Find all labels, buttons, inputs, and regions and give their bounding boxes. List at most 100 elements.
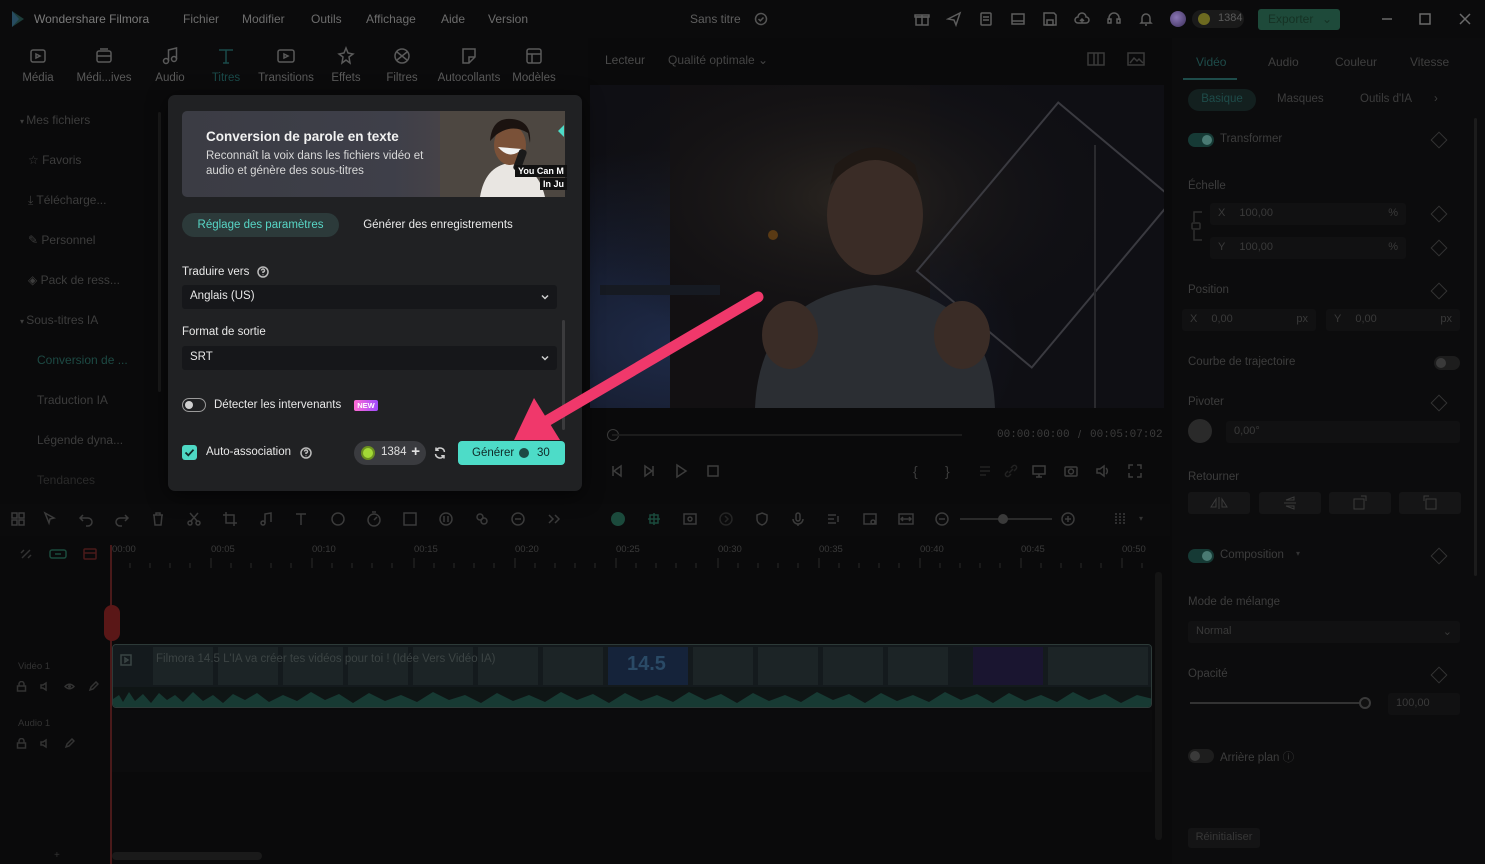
text-icon[interactable] xyxy=(294,511,310,527)
audio-note-icon[interactable] xyxy=(258,511,274,527)
scale-y-input[interactable]: Y 100,00% xyxy=(1210,237,1406,259)
document-icon[interactable] xyxy=(978,11,994,27)
tab-generate-records[interactable]: Générer des enregistrements xyxy=(350,213,526,237)
sidebar-item-resource-pack[interactable]: ◈ Pack de ress... xyxy=(28,273,120,287)
stop-icon[interactable] xyxy=(705,463,721,479)
rotate-right-button[interactable] xyxy=(1399,492,1461,514)
cloud-upload-icon[interactable] xyxy=(1074,11,1090,27)
chevron-right-icon[interactable]: › xyxy=(1434,93,1438,105)
speaker-icon[interactable] xyxy=(40,681,51,692)
trajectory-toggle[interactable] xyxy=(1434,356,1460,370)
send-icon[interactable] xyxy=(946,11,962,27)
speed-icon[interactable] xyxy=(366,511,382,527)
previous-frame-icon[interactable] xyxy=(609,463,625,479)
user-avatar[interactable] xyxy=(1170,11,1186,27)
translate-language-select[interactable]: Anglais (US) xyxy=(182,285,557,309)
help-icon[interactable] xyxy=(257,266,269,278)
close-icon[interactable] xyxy=(1456,10,1474,28)
gift-icon[interactable] xyxy=(914,11,930,27)
link-icon[interactable] xyxy=(1003,463,1019,479)
redo-icon[interactable] xyxy=(114,511,130,527)
cut-icon[interactable] xyxy=(186,511,202,527)
camera-icon[interactable] xyxy=(1063,463,1079,479)
fullscreen-icon[interactable] xyxy=(1127,463,1143,479)
tab-filters[interactable]: Filtres xyxy=(367,46,437,84)
color-icon[interactable] xyxy=(330,511,346,527)
link-tracks-icon[interactable] xyxy=(48,546,68,562)
crop-icon[interactable] xyxy=(222,511,238,527)
ai-mode-icon[interactable] xyxy=(610,511,626,527)
subtab-masks[interactable]: Masques xyxy=(1277,93,1324,105)
add-track-icon[interactable] xyxy=(18,546,34,562)
save-icon[interactable] xyxy=(1042,11,1058,27)
tab-stock-media[interactable]: Médi...ives xyxy=(69,46,139,84)
ai-effect-icon[interactable] xyxy=(510,511,526,527)
composition-toggle[interactable] xyxy=(1188,549,1214,563)
voiceover-icon[interactable] xyxy=(826,511,842,527)
position-x-input[interactable]: X 0,00 px xyxy=(1182,309,1316,331)
video-preview[interactable] xyxy=(590,85,1164,408)
fit-icon[interactable] xyxy=(898,511,914,527)
sidebar-item-personal[interactable]: ✎ Personnel xyxy=(28,233,95,247)
layout-icon[interactable] xyxy=(1010,11,1026,27)
rotate-input[interactable]: 0,00° xyxy=(1226,421,1460,443)
track-options-icon[interactable] xyxy=(1112,511,1128,527)
flip-vertical-button[interactable] xyxy=(1259,492,1321,514)
zoom-slider-knob[interactable] xyxy=(998,514,1008,524)
menu-outils[interactable]: Outils xyxy=(311,12,342,26)
edit-track-icon[interactable] xyxy=(88,681,99,692)
help-icon[interactable] xyxy=(300,447,312,459)
background-toggle[interactable] xyxy=(1188,749,1214,763)
tab-color[interactable]: Couleur xyxy=(1335,55,1377,69)
list-icon[interactable] xyxy=(977,463,993,479)
preview-render-icon[interactable] xyxy=(718,511,734,527)
image-clip-icon[interactable] xyxy=(862,511,878,527)
menu-affichage[interactable]: Affichage xyxy=(366,12,416,26)
chevron-down-icon[interactable]: ▾ xyxy=(1139,514,1143,523)
microphone-icon[interactable] xyxy=(790,511,806,527)
snapshot-image-icon[interactable] xyxy=(1127,51,1145,67)
lock-icon[interactable] xyxy=(16,681,27,692)
sidebar-item-trends[interactable]: Tendances xyxy=(37,473,95,487)
timeline-vertical-scrollbar[interactable] xyxy=(1155,572,1162,840)
notifications-icon[interactable] xyxy=(1138,11,1154,27)
sidebar-item-downloads[interactable]: ⤓ Télécharge... xyxy=(28,193,106,208)
tab-templates[interactable]: Modèles xyxy=(499,46,569,84)
auto-association-checkbox[interactable] xyxy=(182,445,197,460)
progress-bar[interactable] xyxy=(612,434,962,436)
undo-icon[interactable] xyxy=(78,511,94,527)
chevron-down-icon[interactable]: ▾ xyxy=(1296,549,1300,558)
subtab-ai-tools[interactable]: Outils d'IA xyxy=(1360,93,1412,105)
detect-speakers-toggle[interactable] xyxy=(182,398,206,412)
shield-icon[interactable] xyxy=(754,511,770,527)
reset-button[interactable]: Réinitialiser xyxy=(1188,828,1260,848)
support-icon[interactable] xyxy=(1106,11,1122,27)
mark-out-icon[interactable]: } xyxy=(945,463,961,479)
tab-speed[interactable]: Vitesse xyxy=(1410,55,1449,69)
rotate-left-button[interactable] xyxy=(1329,492,1391,514)
zoom-in-icon[interactable] xyxy=(1060,511,1076,527)
subtab-basic[interactable]: Basique xyxy=(1188,89,1256,111)
tab-audio-props[interactable]: Audio xyxy=(1268,55,1299,69)
layout-grid-icon[interactable] xyxy=(10,511,26,527)
add-icon[interactable]: + xyxy=(54,850,60,861)
sidebar-item-ai-subtitles[interactable]: ▾ Sous-titres IA xyxy=(20,313,98,327)
opacity-slider[interactable] xyxy=(1190,702,1364,704)
link-scale-icon[interactable] xyxy=(1190,208,1204,244)
step-forward-icon[interactable] xyxy=(641,463,657,479)
sidebar-item-speech-to-text[interactable]: Conversion de ... xyxy=(37,353,128,367)
minimize-icon[interactable] xyxy=(1378,10,1396,28)
maximize-icon[interactable] xyxy=(1416,10,1434,28)
volume-icon[interactable] xyxy=(1095,463,1111,479)
add-credits-icon[interactable]: + xyxy=(411,443,420,460)
play-icon[interactable] xyxy=(673,463,689,479)
group-icon[interactable] xyxy=(474,511,490,527)
flip-horizontal-button[interactable] xyxy=(1188,492,1250,514)
opacity-input[interactable]: 100,00 xyxy=(1388,693,1460,715)
blend-mode-select[interactable]: Normal ⌄ xyxy=(1188,621,1460,643)
quality-dropdown[interactable]: Qualité optimale ⌄ xyxy=(668,53,768,67)
tab-parameter-settings[interactable]: Réglage des paramètres xyxy=(182,213,339,237)
lock-icon[interactable] xyxy=(16,738,27,749)
render-icon[interactable] xyxy=(682,511,698,527)
more-icon[interactable] xyxy=(546,511,562,527)
